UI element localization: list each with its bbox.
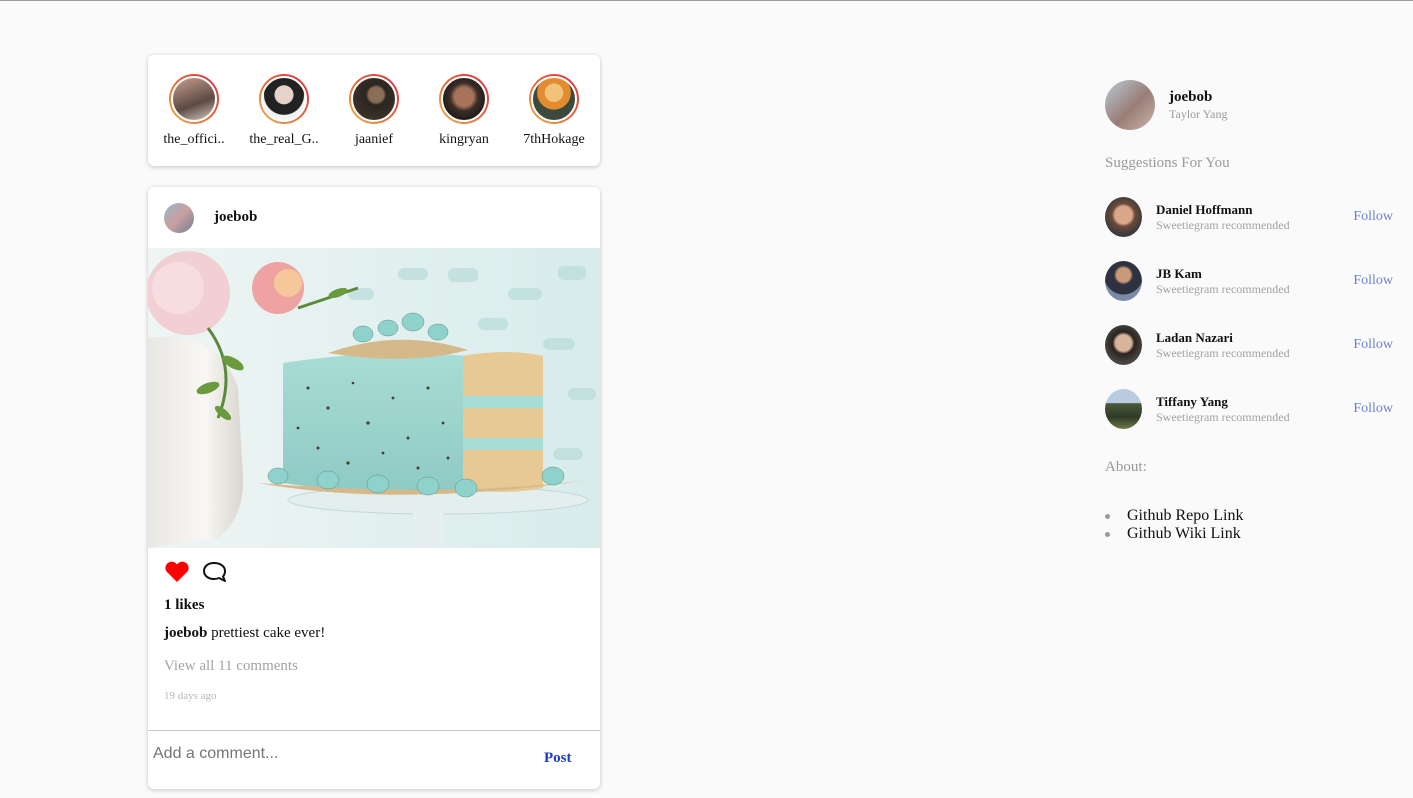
- follow-button[interactable]: Follow: [1353, 273, 1393, 289]
- story-item[interactable]: jaanief: [334, 74, 414, 148]
- story-avatar-ring: [259, 74, 309, 124]
- suggestion-avatar[interactable]: [1105, 389, 1142, 429]
- comment-icon[interactable]: [202, 560, 228, 584]
- suggestion-item: Tiffany Yang Sweetiegram recommended Fol…: [1105, 389, 1395, 429]
- follow-button[interactable]: Follow: [1353, 401, 1393, 417]
- suggestion-subtitle: Sweetiegram recommended: [1156, 410, 1290, 424]
- story-username: the_real_G..: [249, 132, 319, 147]
- post-comment-button[interactable]: Post: [544, 750, 572, 767]
- stories-bar: the_offici.. the_real_G.. jaanief kingry…: [148, 55, 600, 166]
- comment-input[interactable]: [153, 743, 513, 765]
- story-item[interactable]: the_real_G..: [244, 74, 324, 148]
- follow-button[interactable]: Follow: [1353, 209, 1393, 225]
- post-author-avatar[interactable]: [164, 203, 194, 233]
- story-avatar: [171, 76, 217, 122]
- story-username: jaanief: [354, 132, 394, 147]
- story-item[interactable]: kingryan: [424, 74, 504, 148]
- likes-count[interactable]: 1 likes: [164, 597, 204, 614]
- story-avatar: [531, 76, 577, 122]
- post-author-username[interactable]: joebob: [214, 209, 257, 226]
- suggestion-item: Daniel Hoffmann Sweetiegram recommended …: [1105, 197, 1395, 237]
- suggestion-avatar[interactable]: [1105, 325, 1142, 365]
- profile-username[interactable]: joebob: [1169, 89, 1212, 106]
- suggestion-name[interactable]: Daniel Hoffmann: [1156, 202, 1252, 218]
- post-header: joebob: [148, 187, 600, 248]
- heart-icon[interactable]: [164, 560, 190, 584]
- story-item[interactable]: 7thHokage: [514, 74, 594, 148]
- about-links: Github Repo Link Github Wiki Link: [1105, 507, 1243, 543]
- suggestion-name[interactable]: Tiffany Yang: [1156, 394, 1228, 410]
- story-item[interactable]: the_offici..: [154, 74, 234, 148]
- view-comments-link[interactable]: View all 11 comments: [164, 658, 298, 675]
- comment-bar: Post: [148, 730, 600, 789]
- story-avatar-ring: [349, 74, 399, 124]
- post-caption: joebob prettiest cake ever!: [164, 625, 325, 642]
- suggestion-subtitle: Sweetiegram recommended: [1156, 346, 1290, 360]
- story-username: 7thHokage: [523, 132, 585, 147]
- suggestion-avatar[interactable]: [1105, 261, 1142, 301]
- about-title: About:: [1105, 459, 1147, 475]
- profile-avatar[interactable]: [1105, 80, 1155, 130]
- suggestion-subtitle: Sweetiegram recommended: [1156, 282, 1290, 296]
- story-avatar-ring: [439, 74, 489, 124]
- story-avatar-ring: [529, 74, 579, 124]
- story-avatar-ring: [169, 74, 219, 124]
- story-avatar: [351, 76, 397, 122]
- story-avatar: [441, 76, 487, 122]
- story-username: the_offici..: [163, 132, 225, 147]
- story-username: kingryan: [439, 132, 489, 147]
- suggestion-item: JB Kam Sweetiegram recommended Follow: [1105, 261, 1395, 301]
- github-repo-link[interactable]: Github Repo Link: [1105, 507, 1243, 525]
- suggestion-item: Ladan Nazari Sweetiegram recommended Fol…: [1105, 325, 1395, 365]
- post-card: joebob 1 likes joebob prettiest cake eve…: [148, 187, 600, 789]
- suggestion-name[interactable]: Ladan Nazari: [1156, 330, 1233, 346]
- cake-photo: [148, 248, 600, 548]
- suggestion-subtitle: Sweetiegram recommended: [1156, 218, 1290, 232]
- suggestion-avatar[interactable]: [1105, 197, 1142, 237]
- suggestions-title: Suggestions For You: [1105, 155, 1230, 171]
- suggestion-name[interactable]: JB Kam: [1156, 266, 1202, 282]
- caption-text: prettiest cake ever!: [211, 625, 326, 641]
- caption-username[interactable]: joebob: [164, 625, 207, 641]
- profile-full-name: Taylor Yang: [1169, 107, 1228, 121]
- post-timestamp: 19 days ago: [164, 690, 217, 702]
- github-wiki-link[interactable]: Github Wiki Link: [1105, 525, 1243, 543]
- post-image[interactable]: [148, 248, 600, 548]
- follow-button[interactable]: Follow: [1353, 337, 1393, 353]
- story-avatar: [261, 76, 307, 122]
